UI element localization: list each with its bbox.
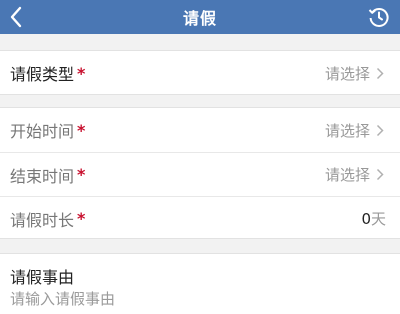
chevron-left-icon xyxy=(10,6,22,28)
reason-label: 请假事由 xyxy=(10,268,75,287)
leave-type-group: 请假类型 * 请选择 xyxy=(0,50,400,95)
required-mark: * xyxy=(77,165,86,184)
chevron-right-icon xyxy=(376,168,386,182)
history-button[interactable] xyxy=(366,4,392,30)
page-title: 请假 xyxy=(182,9,217,28)
duration-row: 请假时长 * 0天 xyxy=(0,196,400,240)
required-mark: * xyxy=(77,209,86,228)
duration-unit: 天 xyxy=(370,210,386,228)
start-time-value: 请选择 xyxy=(324,121,370,140)
chevron-right-icon xyxy=(376,123,386,137)
clock-history-icon xyxy=(368,8,389,27)
leave-type-value: 请选择 xyxy=(324,64,370,83)
required-mark: * xyxy=(77,63,86,83)
back-button[interactable] xyxy=(4,3,28,31)
end-time-label: 结束时间 xyxy=(10,166,75,186)
end-time-value: 请选择 xyxy=(324,166,370,184)
reason-group: 请假事由 xyxy=(0,253,400,314)
reason-input[interactable] xyxy=(10,290,390,308)
duration-value: 0天 xyxy=(361,208,386,229)
leave-type-label: 请假类型 xyxy=(10,65,75,84)
top-navbar: 请假 xyxy=(0,0,400,34)
start-time-label: 开始时间 xyxy=(10,122,75,141)
required-mark: * xyxy=(77,120,86,140)
leave-type-row[interactable]: 请假类型 * 请选择 xyxy=(0,51,400,95)
chevron-right-icon xyxy=(376,66,386,80)
time-group: 开始时间 * 请选择 结束时间 * 请选择 请假时长 * 0天 xyxy=(0,107,400,239)
end-time-row[interactable]: 结束时间 * 请选择 xyxy=(0,152,400,196)
start-time-row[interactable]: 开始时间 * 请选择 xyxy=(0,108,400,152)
duration-number: 0 xyxy=(361,210,371,228)
duration-label: 请假时长 xyxy=(10,210,75,230)
